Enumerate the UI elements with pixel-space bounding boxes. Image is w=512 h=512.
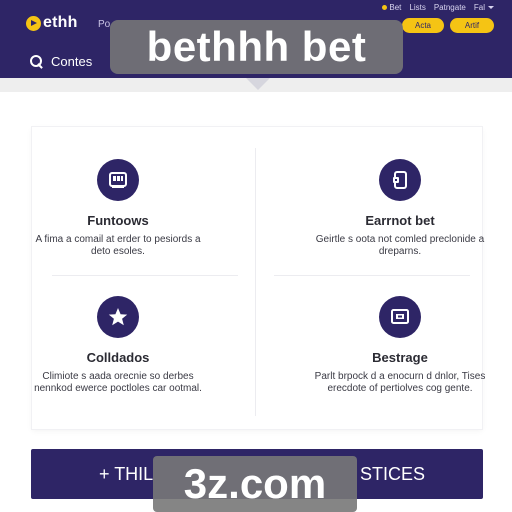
chevron-down-icon	[488, 5, 494, 9]
feature-item[interactable]: Funtoows A fima a comail at erder to pes…	[28, 159, 208, 258]
search-icon	[30, 54, 43, 68]
util-link-patngate[interactable]: Patngate	[434, 3, 466, 12]
util-link-lists[interactable]: Lists	[409, 3, 425, 12]
feature-description: Parlt brpock d a enocurn d dnlor, Tises …	[314, 371, 486, 394]
feature-description: A fima a comail at erder to pesiords a d…	[35, 234, 201, 257]
screen-icon	[379, 296, 421, 338]
util-link-bet[interactable]: Bet	[382, 3, 401, 12]
feature-item[interactable]: Earrnot bet Geirtle s oota not comled pr…	[310, 159, 490, 258]
feature-item[interactable]: Bestrage Parlt brpock d a enocurn d dnlo…	[310, 296, 490, 395]
search-label: Contes	[51, 53, 93, 69]
feature-title: Funtoows	[87, 213, 149, 228]
watermark-top: bethhh bet	[110, 20, 403, 74]
watermark-bottom: 3z.com	[153, 456, 357, 512]
mobile-bet-icon	[379, 159, 421, 201]
logo-text: ethh	[43, 14, 78, 31]
cta-text-left: + THIL	[99, 464, 154, 484]
signup-button[interactable]: Artif	[450, 18, 494, 33]
feature-item[interactable]: Colldados Climiote s aada orecnie so der…	[28, 296, 208, 395]
feature-description: Climiote s aada orecnie so derbes nennko…	[34, 371, 202, 394]
divider	[274, 275, 470, 276]
slot-machine-icon	[97, 159, 139, 201]
feature-title: Earrnot bet	[365, 213, 435, 228]
login-button[interactable]: Acta	[402, 18, 444, 33]
nav-label[interactable]: Po	[98, 19, 110, 30]
divider	[255, 148, 256, 416]
feature-title: Colldados	[86, 350, 150, 365]
search-bar[interactable]: Contes	[30, 52, 92, 70]
feature-description: Geirtle s oota not comled preclonide a d…	[315, 234, 485, 257]
logo-play-icon	[26, 15, 41, 31]
cta-text-right: STICES	[360, 464, 426, 484]
feature-title: Bestrage	[372, 350, 428, 365]
site-logo[interactable]: ethh	[26, 13, 78, 33]
status-dot-icon	[382, 4, 388, 10]
utility-links: Bet Lists Patngate Fal	[382, 2, 494, 12]
language-dropdown[interactable]: Fal	[474, 3, 494, 12]
divider	[52, 275, 238, 276]
header-pointer	[246, 78, 270, 90]
star-icon	[97, 296, 139, 338]
